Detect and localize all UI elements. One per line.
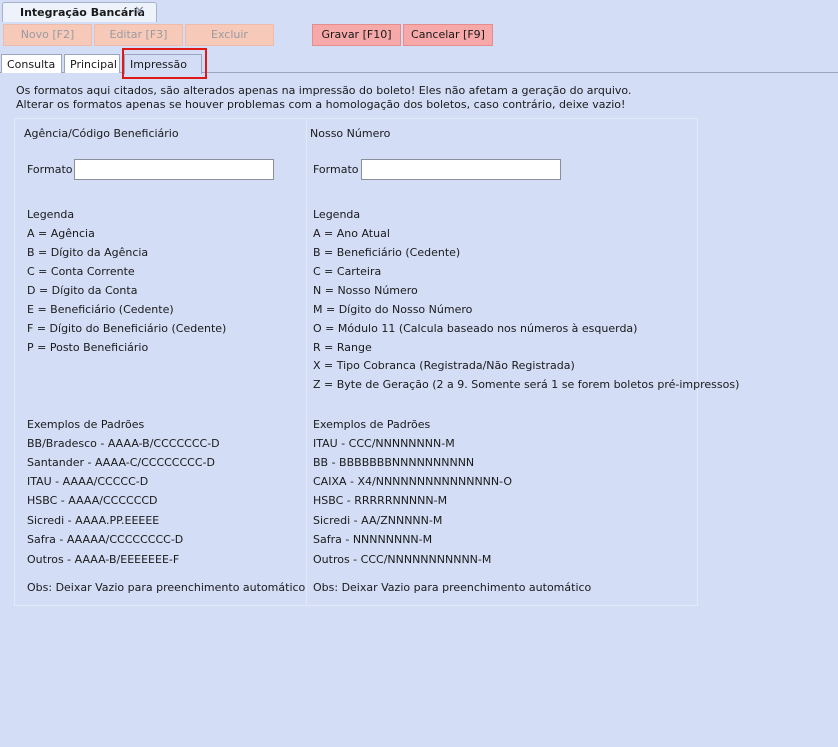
- right-examples-title: Exemplos de Padrões: [313, 418, 431, 431]
- excluir-button[interactable]: Excluir: [185, 24, 274, 46]
- novo-button[interactable]: Novo [F2]: [3, 24, 92, 46]
- left-legend-item: A = Agência: [27, 227, 95, 240]
- window-title: Integração Bancária: [20, 6, 145, 19]
- right-section-title: Nosso Número: [310, 127, 391, 140]
- left-legend-item: F = Dígito do Beneficiário (Cedente): [27, 322, 227, 335]
- close-icon[interactable]: ✕: [134, 4, 145, 19]
- left-example-item: BB/Bradesco - AAAA-B/CCCCCCC-D: [27, 437, 220, 450]
- left-example-item: ITAU - AAAA/CCCCC-D: [27, 475, 149, 488]
- left-legend-title: Legenda: [27, 208, 75, 221]
- info-line-1: Os formatos aqui citados, são alterados …: [16, 84, 632, 97]
- right-obs: Obs: Deixar Vazio para preenchimento aut…: [313, 581, 592, 594]
- right-legend-item: X = Tipo Cobranca (Registrada/Não Regist…: [313, 359, 575, 372]
- right-legend-item: A = Ano Atual: [313, 227, 390, 240]
- gravar-button[interactable]: Gravar [F10]: [312, 24, 401, 46]
- editar-button[interactable]: Editar [F3]: [94, 24, 183, 46]
- right-legend-item: O = Módulo 11 (Calcula baseado nos númer…: [313, 322, 638, 335]
- right-example-item: CAIXA - X4/NNNNNNNNNNNNNNN-O: [313, 475, 513, 488]
- right-format-label: Formato: [313, 163, 359, 176]
- right-example-item: Safra - NNNNNNNN-M: [313, 533, 433, 546]
- left-example-item: Sicredi - AAAA.PP.EEEEE: [27, 514, 160, 527]
- tab-principal-label: Principal: [70, 58, 117, 71]
- left-legend-item: C = Conta Corrente: [27, 265, 135, 278]
- left-legend-item: B = Dígito da Agência: [27, 246, 149, 259]
- left-format-label: Formato: [27, 163, 73, 176]
- left-example-item: Safra - AAAAA/CCCCCCCC-D: [27, 533, 184, 546]
- right-legend-item: B = Beneficiário (Cedente): [313, 246, 461, 259]
- window-tab[interactable]: Integração Bancária ✕: [2, 2, 157, 22]
- tab-principal[interactable]: Principal: [64, 54, 120, 73]
- right-example-item: ITAU - CCC/NNNNNNNN-M: [313, 437, 455, 450]
- right-example-item: Outros - CCC/NNNNNNNNNNN-M: [313, 553, 492, 566]
- left-section-title: Agência/Código Beneficiário: [24, 127, 179, 140]
- right-legend-title: Legenda: [313, 208, 361, 221]
- tab-consulta-label: Consulta: [7, 58, 56, 71]
- right-legend-item: M = Dígito do Nosso Número: [313, 303, 473, 316]
- left-example-item: HSBC - AAAA/CCCCCCD: [27, 494, 158, 507]
- tab-highlight: [122, 48, 207, 79]
- right-legend-item: C = Carteira: [313, 265, 382, 278]
- right-format-input[interactable]: [361, 159, 561, 180]
- right-example-item: BB - BBBBBBBNNNNNNNNNN: [313, 456, 475, 469]
- left-example-item: Santander - AAAA-C/CCCCCCCC-D: [27, 456, 215, 469]
- left-examples-title: Exemplos de Padrões: [27, 418, 145, 431]
- tab-consulta[interactable]: Consulta: [1, 54, 62, 73]
- left-legend-item: P = Posto Beneficiário: [27, 341, 149, 354]
- panel-divider: [306, 118, 307, 606]
- right-legend-item: R = Range: [313, 341, 372, 354]
- left-legend-item: D = Dígito da Conta: [27, 284, 138, 297]
- left-legend-item: E = Beneficiário (Cedente): [27, 303, 174, 316]
- right-legend-item: N = Nosso Número: [313, 284, 418, 297]
- right-example-item: HSBC - RRRRRNNNNN-M: [313, 494, 448, 507]
- right-legend-item: Z = Byte de Geração (2 a 9. Somente será…: [313, 378, 740, 391]
- left-obs: Obs: Deixar Vazio para preenchimento aut…: [27, 581, 306, 594]
- left-format-input[interactable]: [74, 159, 274, 180]
- cancelar-button[interactable]: Cancelar [F9]: [403, 24, 493, 46]
- right-example-item: Sicredi - AA/ZNNNNN-M: [313, 514, 443, 527]
- left-example-item: Outros - AAAA-B/EEEEEEE-F: [27, 553, 180, 566]
- info-line-2: Alterar os formatos apenas se houver pro…: [16, 98, 626, 111]
